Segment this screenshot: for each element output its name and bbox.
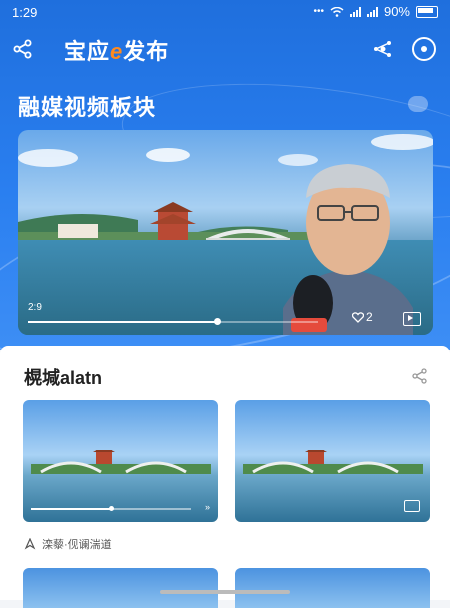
decorative-badge — [408, 96, 428, 112]
app-title: 宝应e发布 — [64, 34, 169, 66]
cast-icon[interactable] — [403, 312, 421, 326]
heart-icon — [352, 312, 364, 323]
status-bar: 1:29 ••• 90% — [0, 0, 450, 24]
video-thumbnail[interactable]: » — [23, 400, 218, 522]
card-caption: 滦藜·伣谰湍道 — [24, 536, 112, 552]
thumbnail-scene — [243, 450, 423, 474]
video-reporter — [283, 164, 413, 335]
thumbnail-progress-bar[interactable] — [31, 506, 191, 511]
main-video-player[interactable]: 2:9 2 — [18, 130, 433, 335]
thumbnail-scene — [31, 450, 211, 474]
video-current-time: 2:9 — [28, 302, 42, 313]
app-title-suffix: 发布 — [123, 39, 170, 64]
video-thumbnail[interactable] — [235, 568, 430, 608]
share-icon[interactable] — [412, 368, 428, 384]
video-thumbnail[interactable] — [235, 400, 430, 522]
share-icon[interactable] — [12, 38, 34, 60]
app-title-prefix: 宝应 — [64, 39, 111, 64]
video-progress-bar[interactable] — [28, 318, 318, 325]
network-icon[interactable] — [372, 38, 394, 60]
cast-icon[interactable] — [404, 500, 420, 512]
home-indicator[interactable] — [160, 590, 290, 594]
signal-icon — [366, 6, 378, 17]
record-icon[interactable] — [412, 37, 436, 61]
video-progress-knob[interactable] — [213, 318, 221, 325]
caption-text: 滦藜·伣谰湍道 — [42, 539, 112, 551]
location-icon — [24, 538, 36, 550]
dots-icon: ••• — [313, 6, 324, 17]
app-title-e: e — [110, 39, 124, 64]
status-icons: ••• 90% — [313, 4, 438, 19]
thumbnail-progress-fill — [31, 508, 111, 510]
battery-percent: 90% — [383, 4, 410, 19]
battery-icon — [416, 5, 438, 18]
like-count: 2 — [366, 310, 373, 324]
video-progress-fill — [28, 321, 217, 323]
section-title: 融媒视频板块 — [18, 95, 157, 120]
card-title: 榥堿alatn — [24, 368, 103, 388]
next-icon[interactable]: » — [205, 502, 210, 512]
app-navbar: 宝应e发布 — [0, 28, 450, 68]
video-card: 榥堿alatn » 滦藜·伣谰湍道 — [0, 346, 450, 608]
thumbnail-progress-knob[interactable] — [109, 506, 114, 511]
status-time: 1:29 — [12, 5, 38, 20]
like-button[interactable]: 2 — [352, 310, 373, 324]
wifi-icon — [330, 6, 344, 17]
video-thumbnail[interactable] — [23, 568, 218, 608]
signal-icon — [349, 6, 361, 17]
